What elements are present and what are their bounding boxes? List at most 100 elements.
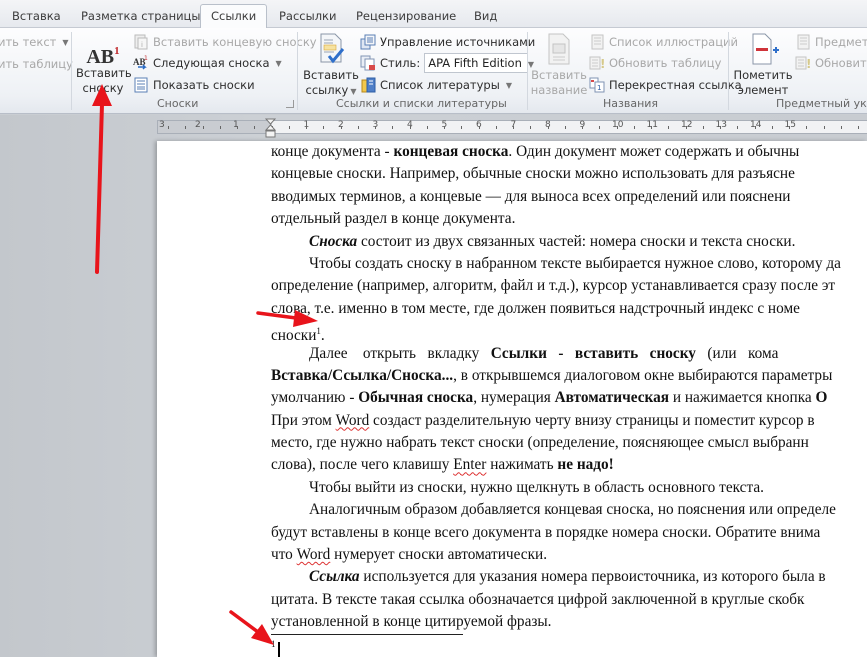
ruler-tick xyxy=(357,126,359,129)
insert-citation-button[interactable]: Вставить ссылку ▼ xyxy=(303,32,359,99)
group-separator xyxy=(297,32,298,110)
insert-footnote-label-2: сноску xyxy=(82,81,124,95)
insert-endnote-button[interactable]: i Вставить концевую сноску xyxy=(133,33,317,51)
ruler-tick xyxy=(392,126,394,129)
style-select[interactable]: APA Fifth Edition ▼ xyxy=(424,53,534,73)
update-index-icon: ! xyxy=(795,55,811,71)
insert-footnote-button[interactable]: AB1 Вставить сноску xyxy=(76,36,132,96)
ruler-tick xyxy=(840,126,842,129)
ruler-tick xyxy=(478,126,480,129)
ruler-tick xyxy=(461,126,463,129)
insert-caption-icon xyxy=(530,32,588,68)
horizontal-ruler[interactable]: 3 2 1 1 2 3 4 5 6 7 8 9 10 11 12 13 14 15 xyxy=(157,120,867,134)
dialog-launcher-icon[interactable] xyxy=(286,100,294,108)
ruler-tick xyxy=(254,126,256,129)
ruler-tick xyxy=(202,126,204,129)
text-line: определение (например, алгоритм, файл и … xyxy=(271,277,836,295)
update-figures-table-label: Обновить таблицу xyxy=(609,56,722,70)
ruler-tick xyxy=(185,126,187,129)
group-separator xyxy=(728,32,729,110)
insert-citation-label-1: Вставить xyxy=(303,68,359,82)
text-line: Вставка/Ссылка/Сноска..., в открывшемся … xyxy=(271,366,833,384)
insert-citation-icon xyxy=(303,32,359,68)
add-text-label: ить текст xyxy=(0,35,57,49)
insert-index-button[interactable]: Предметн xyxy=(795,33,867,51)
ruler-tick xyxy=(340,126,342,129)
ruler-tick xyxy=(444,126,445,129)
ribbon-tab-bar: Вставка Разметка страницы Ссылки Рассылк… xyxy=(0,0,867,29)
update-table-button[interactable]: ить таблицу xyxy=(0,55,73,73)
style-select-value: APA Fifth Edition xyxy=(428,56,522,70)
cross-reference-button[interactable]: 1 Перекрестная ссылка xyxy=(589,76,742,94)
insert-citation-label-2: ссылку xyxy=(305,83,349,97)
text-line: слова), после чего клавишу Enter нажимат… xyxy=(271,456,614,474)
bibliography-button[interactable]: Список литературы ▼ xyxy=(360,76,512,94)
text-line: установленной в конце цитируемой фразы. xyxy=(271,613,552,631)
text-line: Ссылка используется для указания номера … xyxy=(309,568,826,586)
style-icon xyxy=(360,55,376,71)
ruler-tick xyxy=(530,126,532,129)
tab-references[interactable]: Ссылки xyxy=(200,4,268,29)
ruler-tick xyxy=(754,126,756,129)
manage-sources-icon xyxy=(360,34,376,50)
text-line: Далее открыть вкладку Ссылки - вставить … xyxy=(309,344,779,362)
ruler-number: 11 xyxy=(646,120,658,130)
text-line: умолчанию - Обычная сноска, нумерация Ав… xyxy=(271,389,828,407)
text-line: будут вставлены в конце всего документа … xyxy=(271,523,821,541)
ruler-tick xyxy=(771,126,773,129)
insert-caption-label-1: Вставить xyxy=(531,68,587,82)
update-index-button[interactable]: ! Обновить xyxy=(795,54,867,72)
text-line: место, где нужно набрать текст сноски (о… xyxy=(271,434,809,452)
tab-review[interactable]: Рецензирование xyxy=(356,6,456,28)
ruler-number: 10 xyxy=(612,120,624,130)
footnotes-group-label: Сноски xyxy=(157,97,199,110)
show-notes-icon xyxy=(133,77,149,93)
citation-style: Стиль: APA Fifth Edition ▼ xyxy=(360,53,534,73)
update-figures-table-button[interactable]: ! Обновить таблицу xyxy=(589,54,721,72)
ruler-tick xyxy=(323,126,325,129)
ruler-number: 15 xyxy=(784,120,796,130)
ruler-tick xyxy=(513,126,514,129)
tab-mailings[interactable]: Рассылки xyxy=(279,6,336,28)
ruler-tick xyxy=(789,126,790,129)
group-separator xyxy=(71,32,72,110)
indent-marker[interactable] xyxy=(264,118,277,140)
captions-group-label: Названия xyxy=(603,97,659,110)
mark-entry-button[interactable]: Пометить элемент xyxy=(733,32,793,98)
manage-sources-button[interactable]: Управление источниками xyxy=(360,33,535,51)
ribbon: ить текст ▼ ить таблицу AB1 Вставить снос… xyxy=(0,28,867,114)
ruler-tick xyxy=(806,126,808,129)
text-line: Сноска состоит из двух связанных частей:… xyxy=(309,232,796,250)
tab-page-layout[interactable]: Разметка страницы xyxy=(81,6,200,28)
text-line: Чтобы создать сноску в набранном тексте … xyxy=(309,254,841,272)
insert-caption-button[interactable]: Вставить название xyxy=(530,32,588,98)
dropdown-arrow-icon: ▼ xyxy=(505,80,512,90)
footnote-separator xyxy=(271,634,463,635)
svg-text:1: 1 xyxy=(144,55,148,62)
next-footnote-icon: AB 1 xyxy=(133,55,149,71)
next-footnote-button[interactable]: AB 1 Следующая сноска ▼ xyxy=(133,54,282,72)
ruler-tick xyxy=(375,126,376,129)
show-notes-button[interactable]: Показать сноски xyxy=(133,76,255,94)
ruler-tick xyxy=(720,126,721,129)
tab-view[interactable]: Вид xyxy=(474,6,497,28)
ruler-tick xyxy=(288,126,290,129)
document-body[interactable]: конце документа - концевая сноска. Один … xyxy=(271,141,867,634)
footnote-ab1-icon: AB1 xyxy=(86,45,120,68)
ruler-tick xyxy=(168,126,169,129)
svg-text:!: ! xyxy=(806,57,811,71)
svg-text:i: i xyxy=(141,41,143,49)
add-text-button[interactable]: ить текст ▼ xyxy=(0,33,69,51)
table-of-figures-button[interactable]: Список иллюстраций xyxy=(589,33,738,51)
ruler-tick xyxy=(237,126,238,129)
tab-insert[interactable]: Вставка xyxy=(12,6,61,28)
ruler-tick xyxy=(564,126,566,129)
insert-index-icon xyxy=(795,34,811,50)
ruler-number: 2 xyxy=(195,120,201,130)
ruler-tick xyxy=(685,126,687,129)
document-page[interactable]: конце документа - концевая сноска. Один … xyxy=(157,141,867,657)
insert-endnote-label: Вставить концевую сноску xyxy=(153,35,317,49)
ruler-tick xyxy=(702,126,704,129)
ruler-tick xyxy=(426,126,428,129)
ruler-number: 14 xyxy=(750,120,762,130)
